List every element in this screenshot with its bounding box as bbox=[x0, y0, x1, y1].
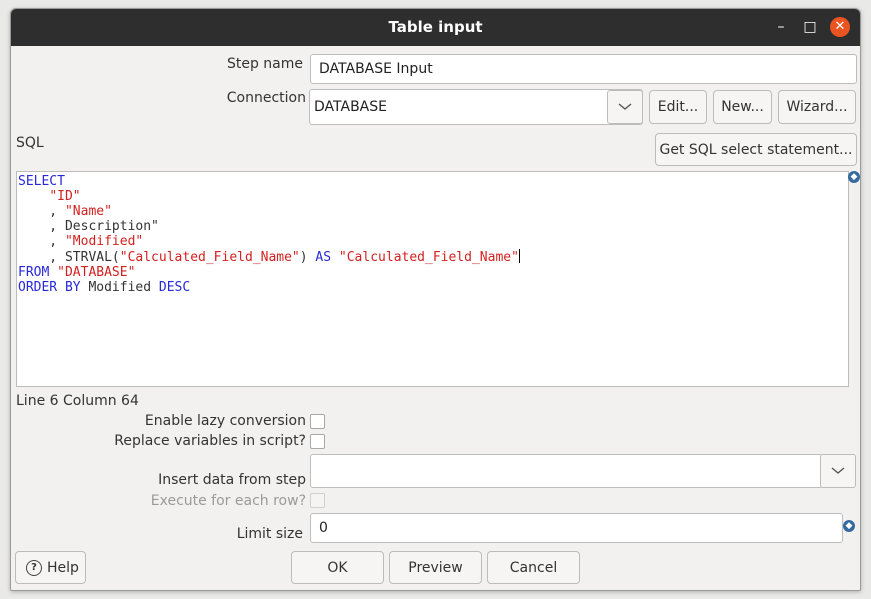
text-cursor bbox=[518, 249, 520, 263]
sql-line: , STRVAL("Calculated_Field_Name") AS "Ca… bbox=[18, 249, 848, 265]
sql-line: FROM "DATABASE" bbox=[18, 265, 848, 280]
sql-token: "Modified" bbox=[64, 234, 144, 249]
sql-token: "Calculated_Field_Name" bbox=[338, 250, 519, 265]
sql-token: , bbox=[18, 234, 65, 249]
step-name-input[interactable]: DATABASE Input bbox=[310, 54, 857, 84]
chevron-down-icon bbox=[618, 103, 632, 110]
sql-line: , "Modified" bbox=[18, 234, 848, 249]
replace-variables-label: Replace variables in script? bbox=[114, 433, 306, 449]
new-connection-button[interactable]: New... bbox=[713, 90, 772, 124]
execute-each-row-label: Execute for each row? bbox=[150, 493, 306, 509]
sql-token: AS bbox=[315, 250, 332, 265]
sql-token: "Name" bbox=[64, 204, 112, 219]
connection-dropdown-button[interactable] bbox=[607, 90, 643, 124]
sql-token: "DATABASE" bbox=[57, 265, 136, 280]
connection-wizard-button[interactable]: Wizard... bbox=[778, 90, 856, 124]
sql-token: , bbox=[18, 204, 65, 219]
connection-label: Connection bbox=[226, 90, 306, 106]
sql-line: , "Name" bbox=[18, 204, 848, 219]
cursor-position-label: Line 6 Column 64 bbox=[16, 393, 139, 409]
insert-data-dropdown-button[interactable] bbox=[820, 454, 856, 488]
sql-editor[interactable]: SELECT "ID" , "Name" , Description" , "M… bbox=[16, 171, 849, 387]
limit-size-input[interactable]: 0 bbox=[310, 513, 843, 543]
help-button[interactable]: ? Help bbox=[15, 551, 86, 584]
chevron-down-icon bbox=[831, 467, 845, 474]
connection-combo[interactable]: DATABASE bbox=[309, 89, 643, 125]
step-name-label: Step name bbox=[226, 56, 303, 72]
sql-token: , Description" bbox=[18, 219, 159, 234]
sql-token: "ID" bbox=[49, 189, 81, 204]
edit-connection-button[interactable]: Edit... bbox=[649, 90, 707, 124]
limit-size-label: Limit size bbox=[236, 526, 303, 542]
sql-token: FROM bbox=[18, 265, 50, 280]
preview-button[interactable]: Preview bbox=[389, 551, 482, 584]
sql-token: Modified bbox=[80, 280, 159, 295]
connection-value: DATABASE bbox=[314, 99, 387, 115]
minimize-button[interactable]: – bbox=[771, 17, 791, 37]
close-button[interactable]: ✕ bbox=[830, 17, 850, 37]
sql-line: , Description" bbox=[18, 219, 848, 234]
sql-line: ORDER BY Modified DESC bbox=[18, 280, 848, 295]
lazy-conversion-label: Enable lazy conversion bbox=[144, 413, 306, 429]
sql-token: , STRVAL( bbox=[18, 250, 120, 265]
cancel-button[interactable]: Cancel bbox=[487, 551, 580, 584]
get-sql-select-button[interactable]: Get SQL select statement... bbox=[655, 133, 857, 166]
title-bar[interactable]: Table input – □ ✕ bbox=[11, 9, 860, 46]
insert-data-combo[interactable] bbox=[310, 454, 823, 488]
table-input-dialog: Table input – □ ✕ Step name DATABASE Inp… bbox=[10, 8, 861, 591]
lazy-conversion-checkbox[interactable] bbox=[310, 414, 325, 429]
maximize-button[interactable]: □ bbox=[800, 17, 820, 37]
window-title: Table input bbox=[388, 18, 483, 36]
sql-token: ) bbox=[299, 250, 316, 265]
question-circle-icon: ? bbox=[26, 559, 42, 576]
variable-diamond-icon: ◆ bbox=[843, 520, 855, 532]
sql-line: "ID" bbox=[18, 189, 848, 204]
sql-token: "Calculated_Field_Name" bbox=[119, 250, 300, 265]
sql-label: SQL bbox=[16, 135, 44, 151]
ok-button[interactable]: OK bbox=[291, 551, 384, 584]
insert-data-label: Insert data from step bbox=[158, 472, 306, 488]
sql-token: SELECT bbox=[18, 174, 65, 189]
sql-token: ORDER BY bbox=[18, 280, 81, 295]
variable-diamond-icon: ◆ bbox=[848, 171, 860, 183]
sql-line: SELECT bbox=[18, 174, 848, 189]
replace-variables-checkbox[interactable] bbox=[310, 434, 325, 449]
help-label: Help bbox=[47, 559, 79, 576]
execute-each-row-checkbox[interactable] bbox=[310, 493, 325, 508]
sql-token: DESC bbox=[158, 280, 191, 295]
